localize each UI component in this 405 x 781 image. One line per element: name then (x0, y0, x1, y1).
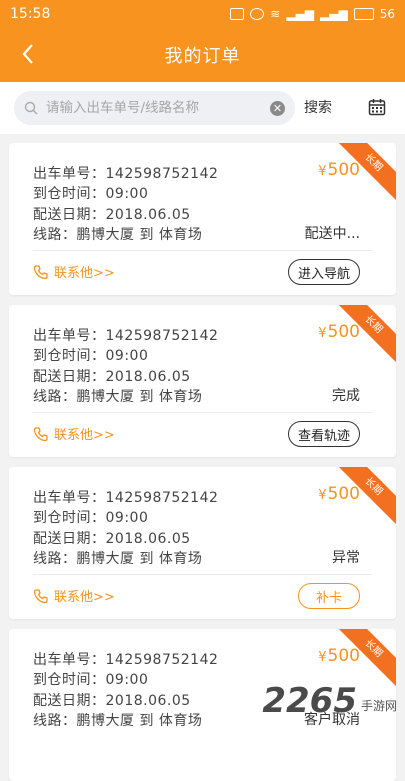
status-bar: 15:58 ≋ ▂▄▆ ▂▄▆ 56 (0, 0, 405, 28)
currency-symbol: ¥ (318, 488, 327, 503)
order-number: 出车单号：142598752142 (33, 490, 219, 506)
order-price: ¥500 (318, 160, 360, 180)
arrive-time: 到仓时间：09:00 (33, 510, 149, 526)
back-arrow-icon (22, 44, 33, 64)
arrive-time: 到仓时间：09:00 (33, 348, 149, 364)
route: 线路：鹏博大厦 到 体育场 (33, 227, 203, 243)
divider (33, 250, 372, 251)
order-price: ¥500 (318, 646, 360, 666)
battery-icon (353, 8, 374, 20)
delivery-date: 配送日期：2018.06.05 (33, 531, 191, 547)
order-status: 异常 (332, 550, 360, 566)
order-card[interactable]: 长期 出车单号：142598752142 ¥500 到仓时间：09:00 配送日… (9, 143, 396, 295)
price-value: 500 (327, 160, 360, 180)
divider (33, 412, 372, 413)
currency-symbol: ¥ (318, 650, 327, 665)
page-title: 我的订单 (164, 46, 241, 67)
order-number: 出车单号：142598752142 (33, 652, 219, 668)
delivery-date: 配送日期：2018.06.05 (33, 207, 191, 223)
route: 线路：鹏博大厦 到 体育场 (33, 551, 203, 567)
order-number: 出车单号：142598752142 (33, 328, 219, 344)
navigate-button[interactable]: 进入导航 (288, 259, 360, 285)
phone-icon (33, 426, 48, 441)
reissue-card-button[interactable]: 补卡 (298, 583, 360, 609)
phone-icon (33, 588, 48, 603)
price-value: 500 (327, 322, 360, 342)
delivery-date: 配送日期：2018.06.05 (33, 369, 191, 385)
watermark-text: 手游网 (360, 699, 397, 713)
route: 线路：鹏博大厦 到 体育场 (33, 713, 203, 729)
order-status: 完成 (332, 388, 360, 404)
signal-icon: ▂▄▆ (286, 7, 315, 21)
currency-symbol: ¥ (318, 326, 327, 341)
search-icon (24, 101, 38, 115)
divider (33, 574, 372, 575)
battery-level: 56 (379, 7, 395, 21)
contact-link[interactable]: 联系他>> (33, 424, 115, 443)
contact-link[interactable]: 联系他>> (33, 262, 115, 281)
arrive-time: 到仓时间：09:00 (33, 672, 149, 688)
contact-label: 联系他>> (54, 428, 115, 443)
status-icons: ≋ ▂▄▆ ▂▄▆ 56 (230, 7, 395, 21)
order-card[interactable]: 长期 出车单号：142598752142 ¥500 到仓时间：09:00 配送日… (9, 305, 396, 457)
watermark-number: 2265 (262, 681, 357, 721)
app-header: 15:58 ≋ ▂▄▆ ▂▄▆ 56 我的订单 (0, 0, 405, 82)
view-track-button[interactable]: 查看轨迹 (288, 421, 360, 447)
contact-label: 联系他>> (54, 266, 115, 281)
search-bar: ✕ 搜索 (0, 82, 405, 134)
back-button[interactable] (12, 38, 44, 70)
delivery-date: 配送日期：2018.06.05 (33, 693, 191, 709)
order-price: ¥500 (318, 484, 360, 504)
title-bar: 我的订单 (0, 28, 405, 82)
status-time: 15:58 (10, 6, 51, 22)
wifi-icon: ≋ (270, 7, 281, 21)
route: 线路：鹏博大厦 到 体育场 (33, 389, 203, 405)
calendar-icon[interactable] (368, 98, 386, 116)
search-button[interactable]: 搜索 (304, 97, 332, 117)
order-status: 配送中... (304, 226, 360, 242)
alarm-icon (250, 8, 265, 20)
arrive-time: 到仓时间：09:00 (33, 186, 149, 202)
clear-icon[interactable]: ✕ (270, 100, 285, 116)
currency-symbol: ¥ (318, 164, 327, 179)
search-input[interactable] (44, 99, 270, 117)
price-value: 500 (327, 646, 360, 666)
contact-label: 联系他>> (54, 590, 115, 605)
vibrate-icon (230, 8, 245, 20)
search-box[interactable]: ✕ (14, 91, 295, 125)
order-card[interactable]: 长期 出车单号：142598752142 ¥500 到仓时间：09:00 配送日… (9, 467, 396, 619)
contact-link[interactable]: 联系他>> (33, 586, 115, 605)
order-number: 出车单号：142598752142 (33, 166, 219, 182)
order-price: ¥500 (318, 322, 360, 342)
watermark-logo: 2265 手游网 (262, 684, 397, 718)
phone-icon (33, 264, 48, 279)
signal-icon-2: ▂▄▆ (320, 7, 348, 21)
price-value: 500 (327, 484, 360, 504)
